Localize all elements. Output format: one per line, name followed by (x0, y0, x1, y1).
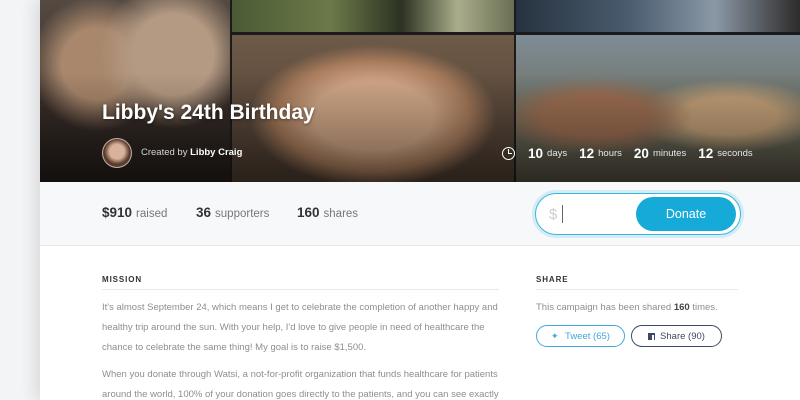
creator-line: Created by Libby Craig (141, 147, 242, 158)
hero-photo-collage: Libby's 24th Birthday Created by Libby C… (40, 0, 800, 182)
mission-heading: MISSION (102, 275, 143, 284)
supporters-label: supporters (215, 208, 270, 220)
countdown-minutes-value: 20 (633, 145, 649, 161)
facebook-share-button[interactable]: Share (90) (631, 325, 722, 347)
clock-icon (502, 146, 515, 160)
share-text-prefix: This campaign has been shared (536, 302, 672, 313)
raised-value: $910 (102, 205, 133, 220)
stat-shares: 160 shares (297, 204, 358, 222)
created-by-label: Created by (141, 147, 188, 158)
mission-divider (102, 289, 499, 290)
currency-symbol: $ (549, 206, 558, 223)
text-cursor (562, 205, 563, 223)
supporters-value: 36 (196, 205, 212, 220)
share-count-text: This campaign has been shared 160 times. (536, 302, 718, 313)
facebook-icon (648, 332, 656, 340)
facebook-share-label: Share (90) (660, 330, 705, 342)
stats-bar: $910 raised 36 supporters 160 shares $ Dona… (40, 182, 800, 246)
mission-paragraph-2: When you donate through Watsi, a not-for… (102, 369, 499, 400)
campaign-title: Libby's 24th Birthday (102, 101, 315, 124)
donate-button[interactable]: Donate (636, 197, 736, 231)
tweet-button-label: Tweet (65) (565, 330, 610, 342)
shares-value: 160 (297, 205, 320, 220)
creator-avatar[interactable] (102, 138, 132, 168)
share-text-suffix: times. (692, 302, 718, 313)
countdown-minutes-label: minutes (652, 147, 687, 159)
countdown-hours-label: hours (598, 147, 622, 159)
shares-label: shares (323, 208, 359, 220)
countdown-seconds-label: seconds (717, 147, 753, 159)
creator-name-link[interactable]: Libby Craig (190, 147, 242, 158)
countdown-seconds-value: 12 (698, 145, 714, 161)
share-divider (536, 289, 738, 290)
countdown-hours-value: 12 (579, 145, 595, 161)
share-count: 160 (673, 302, 690, 313)
donate-form: $ Donate (535, 193, 741, 235)
twitter-bird-icon: ✦ (551, 330, 559, 341)
raised-label: raised (136, 208, 168, 220)
countdown-days-value: 10 (528, 145, 544, 161)
share-heading: SHARE (536, 275, 569, 284)
campaign-page: Libby's 24th Birthday Created by Libby C… (40, 0, 800, 400)
tweet-button[interactable]: ✦ Tweet (65) (536, 325, 625, 347)
countdown-days-label: days (547, 147, 568, 159)
countdown-timer: 10 days 12 hours 20 minutes 12 seconds (502, 144, 765, 162)
donation-amount-input[interactable] (566, 200, 630, 228)
stat-raised: $910 raised (102, 204, 167, 222)
mission-paragraph-1: It's almost September 24, which means I … (102, 302, 498, 353)
stat-supporters: 36 supporters (196, 204, 269, 222)
